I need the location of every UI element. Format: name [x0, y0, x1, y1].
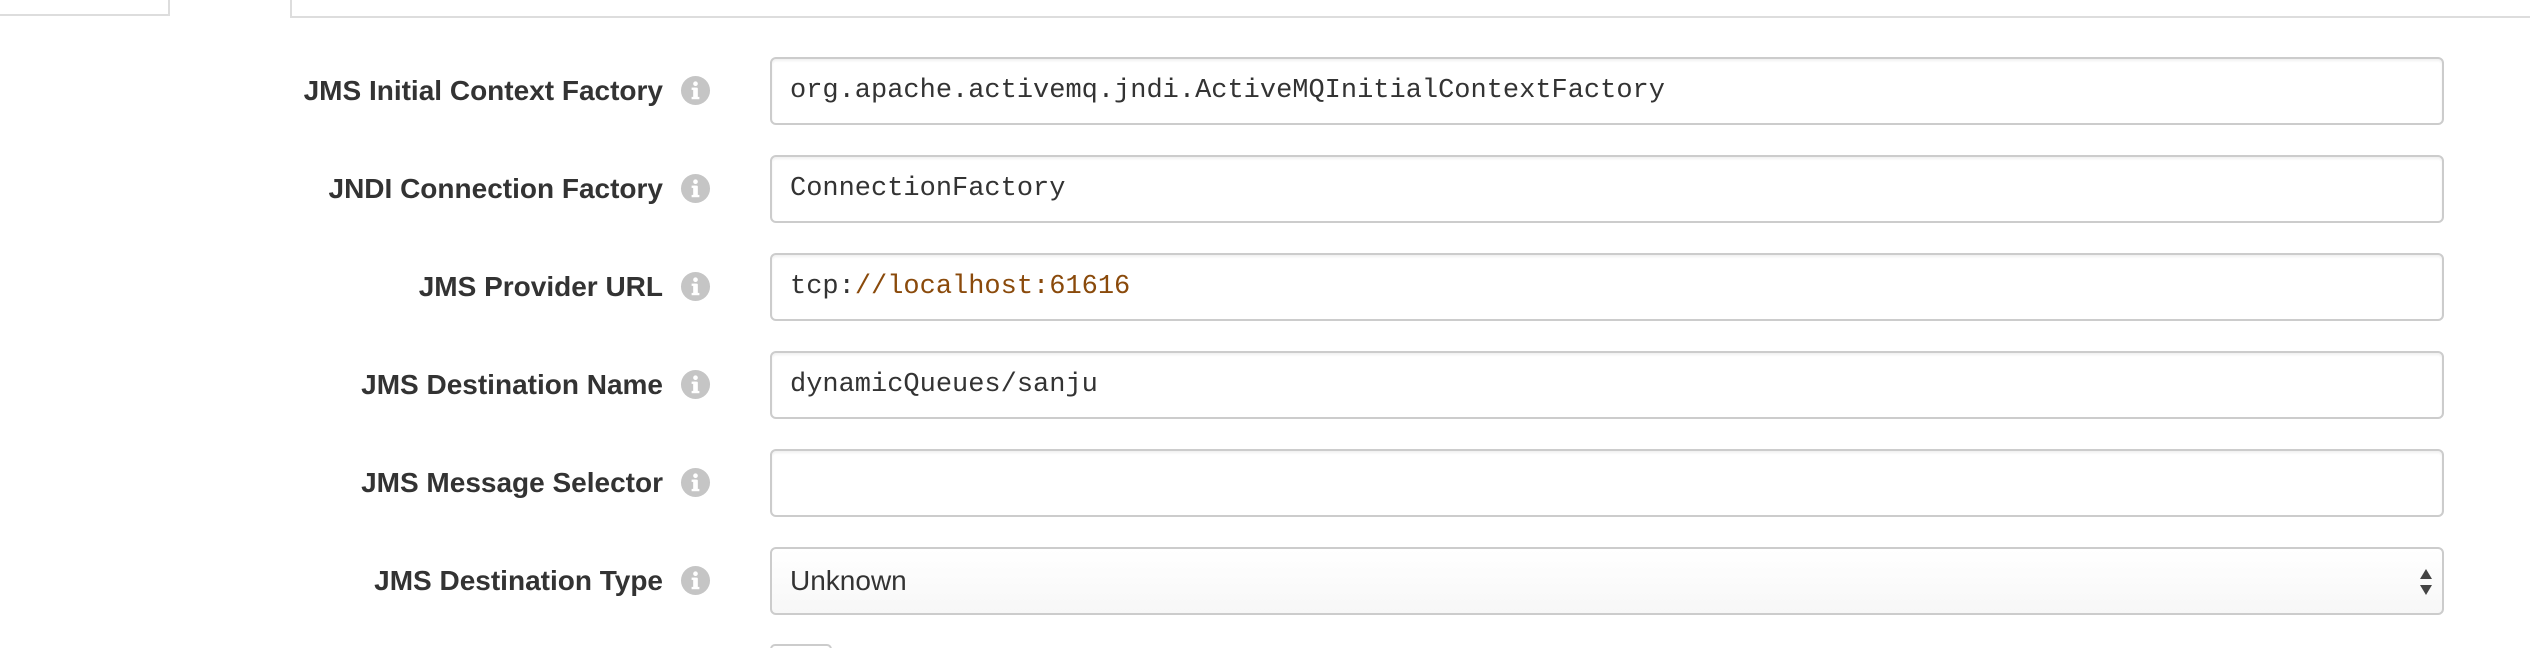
panel-top-border	[290, 0, 2530, 18]
info-icon[interactable]	[680, 467, 711, 498]
field-label: JMS Message Selector	[361, 467, 663, 498]
info-icon[interactable]	[680, 369, 711, 400]
next-field-partial[interactable]	[770, 644, 832, 648]
destination-type-select[interactable]: Unknown	[770, 547, 2444, 615]
info-icon[interactable]	[680, 75, 711, 106]
field-label: JMS Provider URL	[418, 271, 663, 302]
message-selector-input[interactable]	[770, 449, 2444, 517]
initial-context-factory-input[interactable]: org.apache.activemq.jndi.ActiveMQInitial…	[770, 57, 2444, 125]
tab-edge	[0, 0, 170, 16]
processor-properties-panel: JMS Initial Context Factory org.apache.a…	[0, 0, 2530, 648]
form-row-connection-factory: JNDI Connection Factory ConnectionFactor…	[0, 155, 2530, 253]
field-label: JMS Destination Name	[361, 369, 663, 400]
provider-url-input[interactable]: tcp://localhost:61616	[770, 253, 2444, 321]
form-row-destination-name: JMS Destination Name dynamicQueues/sanju	[0, 351, 2530, 449]
form-row-provider-url: JMS Provider URL tcp://localhost:61616	[0, 253, 2530, 351]
info-icon[interactable]	[680, 565, 711, 596]
selected-option: Unknown	[790, 565, 907, 596]
url-scheme: tcp:	[790, 272, 855, 302]
connection-factory-input[interactable]: ConnectionFactory	[770, 155, 2444, 223]
field-label: JNDI Connection Factory	[328, 173, 663, 204]
field-label: JMS Destination Type	[374, 565, 663, 596]
info-icon[interactable]	[680, 271, 711, 302]
form-row-message-selector: JMS Message Selector	[0, 449, 2530, 547]
form-row-initial-context-factory: JMS Initial Context Factory org.apache.a…	[0, 57, 2530, 155]
properties-form: JMS Initial Context Factory org.apache.a…	[0, 57, 2530, 645]
form-row-destination-type: JMS Destination Type Unknown	[0, 547, 2530, 645]
field-label: JMS Initial Context Factory	[303, 75, 663, 106]
destination-name-input[interactable]: dynamicQueues/sanju	[770, 351, 2444, 419]
sort-arrows-icon	[2420, 569, 2432, 595]
url-address: //localhost:61616	[854, 272, 1131, 302]
info-icon[interactable]	[680, 173, 711, 204]
